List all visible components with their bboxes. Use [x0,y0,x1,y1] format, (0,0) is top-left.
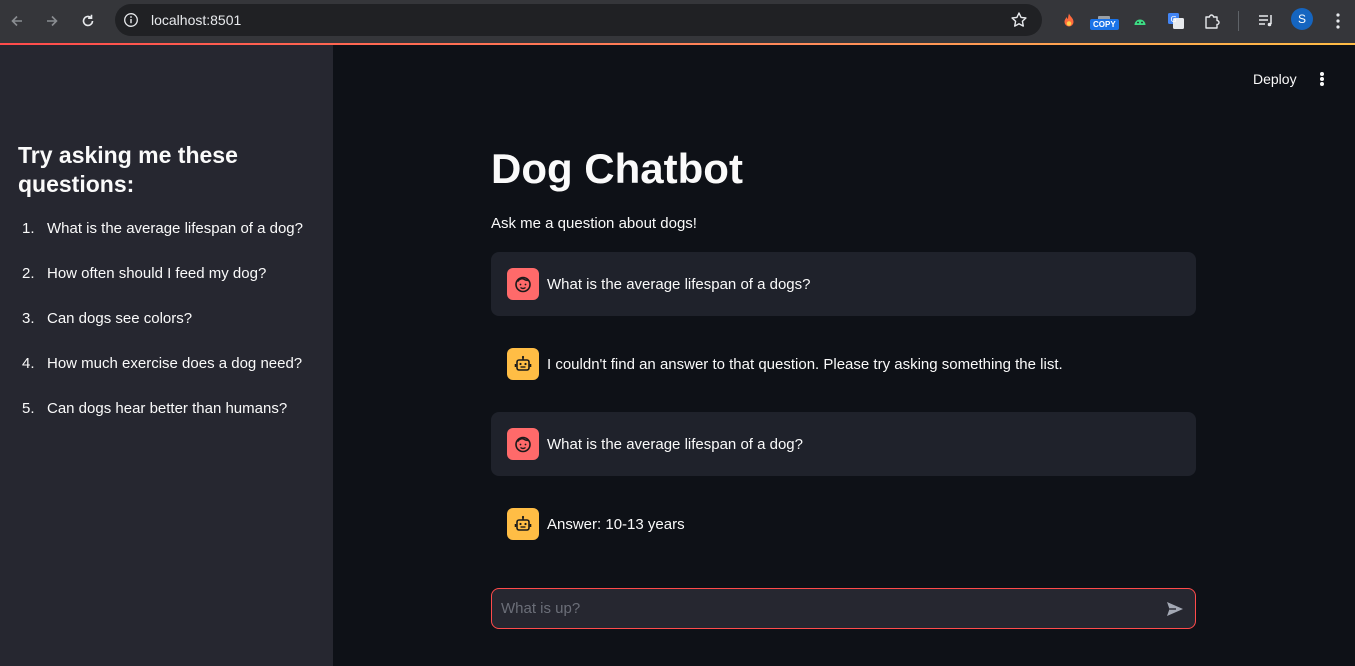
chat-message-text: I couldn't find an answer to that questi… [547,355,1063,373]
android-extension-icon[interactable] [1128,9,1152,33]
bookmark-star-icon[interactable] [1010,11,1028,29]
robot-icon [507,348,539,380]
sidebar-title: Try asking me these questions: [18,142,238,197]
send-icon[interactable] [1165,599,1185,619]
list-item: 2. How often should I feed my dog? [22,265,303,310]
list-item-text: Can dogs hear better than humans? [47,400,288,417]
list-item: 1. What is the average lifespan of a dog… [22,220,303,265]
main-content: Deploy Dog Chatbot Ask me a question abo… [333,45,1355,666]
list-item-number: 1. [22,220,35,237]
fire-extension-icon[interactable] [1057,9,1081,33]
chat-message-user: What is the average lifespan of a dog? [491,412,1196,476]
list-item-text: Can dogs see colors? [47,310,193,327]
translate-extension-icon[interactable]: G [1164,9,1188,33]
profile-avatar[interactable]: S [1291,8,1313,30]
robot-icon [507,508,539,540]
app-menu-icon[interactable] [1315,69,1329,89]
forward-icon[interactable] [40,9,64,33]
page-subtitle: Ask me a question about dogs! [491,215,697,232]
chat-message-assistant: Answer: 10-13 years [491,492,1196,556]
chat-input[interactable] [501,589,1141,628]
list-item-text: How often should I feed my dog? [47,265,267,282]
chat-message-user: What is the average lifespan of a dogs? [491,252,1196,316]
list-item: 5. Can dogs hear better than humans? [22,400,303,445]
chat-input-container [491,588,1196,629]
svg-text:G: G [1171,15,1177,24]
list-item: 3. Can dogs see colors? [22,310,303,355]
address-bar[interactable]: localhost:8501 [115,4,1042,36]
chat-message-text: Answer: 10-13 years [547,515,685,533]
deploy-button[interactable]: Deploy [1253,71,1297,87]
chat-message-text: What is the average lifespan of a dogs? [547,275,811,293]
user-face-icon [507,428,539,460]
toolbar-divider [1238,11,1239,31]
question-list: 1. What is the average lifespan of a dog… [22,220,303,445]
browser-toolbar: localhost:8501 COPY G S [0,0,1355,43]
browser-menu-icon[interactable] [1326,9,1350,33]
extensions-puzzle-icon[interactable] [1200,9,1224,33]
chat-message-assistant: I couldn't find an answer to that questi… [491,332,1196,396]
reload-icon[interactable] [76,9,100,33]
url-text: localhost:8501 [151,12,242,28]
list-item-number: 2. [22,265,35,282]
list-item-number: 3. [22,310,35,327]
back-icon[interactable] [5,9,29,33]
site-info-icon[interactable] [123,12,139,28]
sidebar: Try asking me these questions: 1. What i… [0,45,333,666]
copy-badge: COPY [1090,19,1119,30]
list-item: 4. How much exercise does a dog need? [22,355,303,400]
media-controls-icon[interactable] [1254,9,1278,33]
list-item-number: 4. [22,355,35,372]
list-item-text: How much exercise does a dog need? [47,355,303,372]
list-item-text: What is the average lifespan of a dog? [47,220,303,237]
page-title: Dog Chatbot [491,145,743,192]
chat-message-text: What is the average lifespan of a dog? [547,435,803,453]
list-item-number: 5. [22,400,35,417]
user-face-icon [507,268,539,300]
